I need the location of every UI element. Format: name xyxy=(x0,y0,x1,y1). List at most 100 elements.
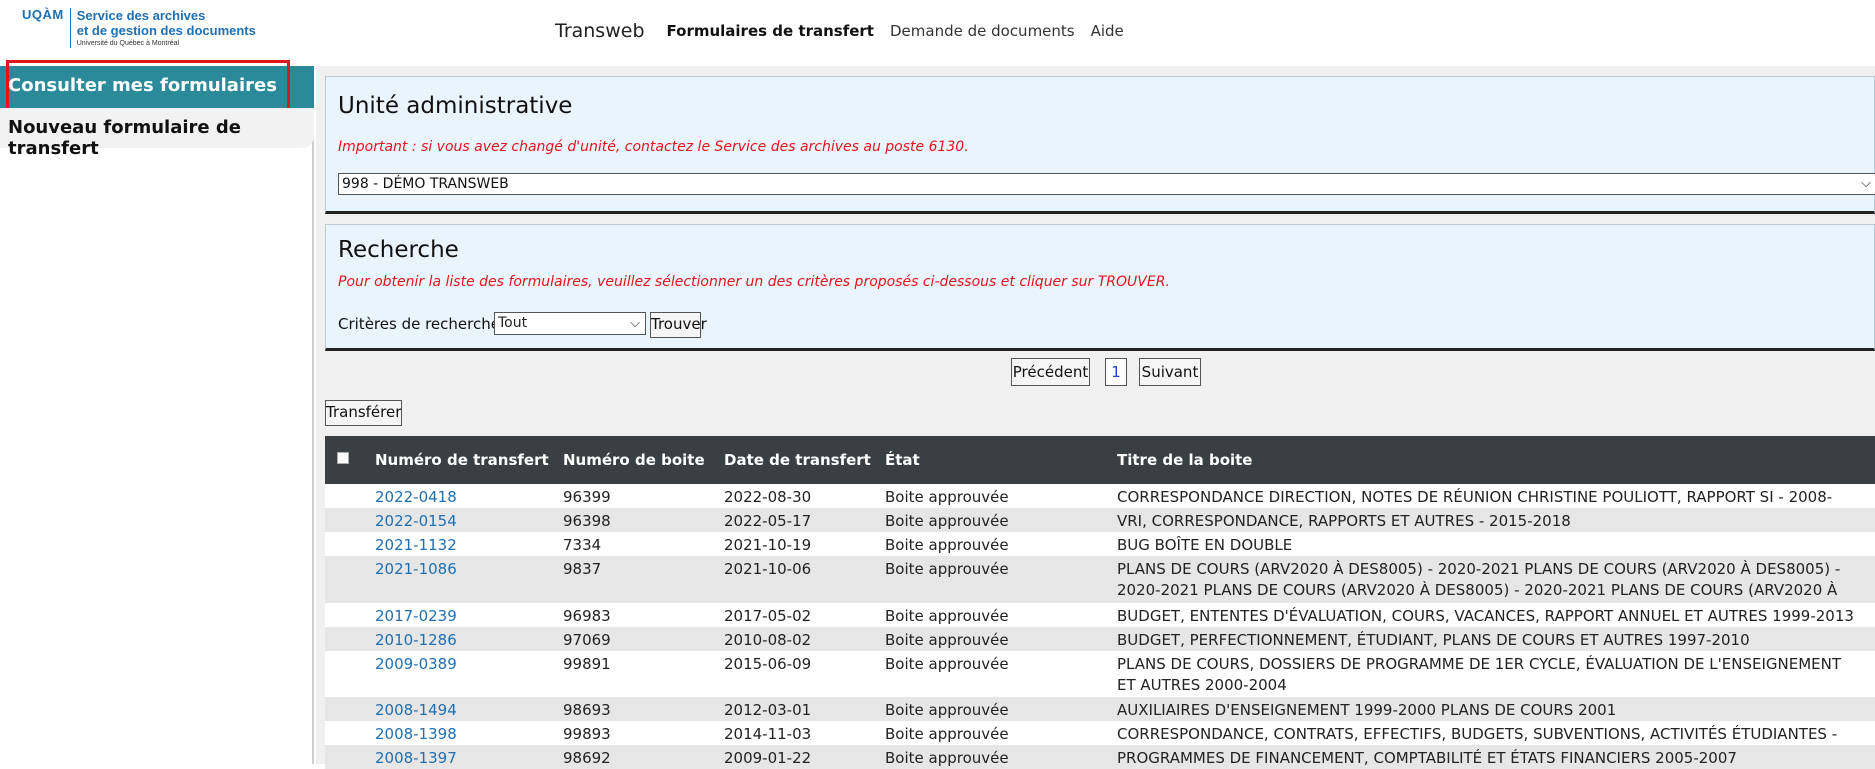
cell-state: Boite approuvée xyxy=(885,488,1009,506)
cell-date: 2022-05-17 xyxy=(724,512,812,530)
transfer-table: Numéro de transfert Numéro de boite Date… xyxy=(325,436,1875,769)
cell-date: 2010-08-02 xyxy=(724,631,812,649)
sidebar-item-nouveau[interactable]: Nouveau formulaire de transfert xyxy=(0,108,314,159)
cell-date: 2022-08-30 xyxy=(724,488,812,506)
logo-line-1: Service des archives xyxy=(76,8,206,23)
cell-transfer: 2022-0418 xyxy=(375,487,457,508)
cell-date: 2012-03-01 xyxy=(724,701,812,719)
cell-date: 2017-05-02 xyxy=(724,607,812,625)
transfer-button[interactable]: Transférer xyxy=(325,400,402,426)
cell-box: 99893 xyxy=(563,725,611,743)
logo-mark: UQÀM xyxy=(22,8,71,48)
table-row: 2022-0154 96398 2022-05-17 Boite approuv… xyxy=(325,508,1875,532)
cell-date: 2015-06-09 xyxy=(724,655,812,673)
criteria-select-value: Tout xyxy=(498,315,528,331)
cell-box: 99891 xyxy=(563,655,611,673)
table-row: 2017-0239 96983 2017-05-02 Boite approuv… xyxy=(325,603,1875,627)
transfer-link[interactable]: 2017-0239 xyxy=(375,607,457,625)
criteria-label: Critères de recherche: xyxy=(338,315,506,333)
uqam-logo[interactable]: UQÀM Service des archives et de gestion … xyxy=(22,8,256,49)
cell-state: Boite approuvée xyxy=(885,512,1009,530)
main-content: Unité administrative Important : si vous… xyxy=(316,66,1875,769)
page-number-button[interactable]: 1 xyxy=(1105,358,1127,386)
header-box-number[interactable]: Numéro de boite xyxy=(563,451,705,469)
next-page-button[interactable]: Suivant xyxy=(1139,358,1201,386)
nav-item-demande[interactable]: Demande de documents xyxy=(890,22,1075,40)
cell-title: BUG BOÎTE EN DOUBLE xyxy=(1117,536,1293,554)
unit-panel: Unité administrative Important : si vous… xyxy=(325,76,1875,214)
search-panel-note: Pour obtenir la liste des formulaires, v… xyxy=(338,274,1170,290)
cell-date: 2009-01-22 xyxy=(724,749,812,767)
cell-state: Boite approuvée xyxy=(885,655,1009,673)
table-row: 2021-1132 7334 2021-10-19 Boite approuvé… xyxy=(325,532,1875,556)
transfer-link[interactable]: 2008-1494 xyxy=(375,701,457,719)
header-transfer-number[interactable]: Numéro de transfert xyxy=(375,451,549,469)
cell-transfer: 2008-1494 xyxy=(375,700,457,721)
top-nav: Transweb Formulaires de transfert Demand… xyxy=(555,20,1140,42)
cell-title: PROGRAMMES DE FINANCEMENT, COMPTABILITÉ … xyxy=(1117,749,1737,767)
find-button[interactable]: Trouver xyxy=(650,312,707,338)
cell-transfer: 2008-1397 xyxy=(375,748,457,769)
header-state[interactable]: État xyxy=(885,451,920,469)
transfer-link[interactable]: 2008-1398 xyxy=(375,725,457,743)
cell-state: Boite approuvée xyxy=(885,607,1009,625)
sidebar-item-label: Nouveau formulaire de transfert xyxy=(8,117,241,159)
cell-box: 96983 xyxy=(563,607,611,625)
prev-page-button[interactable]: Précédent xyxy=(1011,358,1090,386)
cell-state: Boite approuvée xyxy=(885,560,1009,578)
transfer-link[interactable]: 2022-0418 xyxy=(375,488,457,506)
transfer-link[interactable]: 2009-0389 xyxy=(375,655,457,673)
unit-panel-note: Important : si vous avez changé d'unité,… xyxy=(338,139,969,155)
table-row: 2009-0389 99891 2015-06-09 Boite approuv… xyxy=(325,651,1875,697)
cell-title: BUDGET, ENTENTES D'ÉVALUATION, COURS, VA… xyxy=(1117,607,1854,625)
cell-state: Boite approuvée xyxy=(885,749,1009,767)
cell-transfer: 2008-1398 xyxy=(375,724,457,745)
unit-select-value: 998 - DÉMO TRANSWEB xyxy=(342,176,509,192)
cell-date: 2021-10-06 xyxy=(724,560,812,578)
chevron-down-icon: ⌵ xyxy=(1861,176,1871,191)
transfer-link[interactable]: 2022-0154 xyxy=(375,512,457,530)
table-row: 2021-1086 9837 2021-10-06 Boite approuvé… xyxy=(325,556,1875,620)
table-row: 2008-1494 98693 2012-03-01 Boite approuv… xyxy=(325,697,1875,721)
transfer-link[interactable]: 2008-1397 xyxy=(375,749,457,767)
table-row: 2008-1397 98692 2009-01-22 Boite approuv… xyxy=(325,745,1875,769)
nav-item-aide[interactable]: Aide xyxy=(1091,22,1124,40)
cell-box: 97069 xyxy=(563,631,611,649)
cell-box: 9837 xyxy=(563,560,602,578)
focus-highlight xyxy=(6,60,290,114)
cell-state: Boite approuvée xyxy=(885,536,1009,554)
nav-item-formulaires[interactable]: Formulaires de transfert xyxy=(667,22,874,40)
sidebar: Consulter mes formulaires Nouveau formul… xyxy=(0,60,314,764)
cell-transfer: 2022-0154 xyxy=(375,511,457,532)
table-row: 2010-1286 97069 2010-08-02 Boite approuv… xyxy=(325,627,1875,651)
transfer-link[interactable]: 2010-1286 xyxy=(375,631,457,649)
cell-transfer: 2021-1132 xyxy=(375,535,457,556)
cell-title: AUXILIAIRES D'ENSEIGNEMENT 1999-2000 PLA… xyxy=(1117,701,1617,719)
unit-panel-title: Unité administrative xyxy=(338,93,573,119)
transfer-link[interactable]: 2021-1086 xyxy=(375,560,457,578)
logo-line-3: Université du Québec à Montréal xyxy=(76,40,180,47)
cell-date: 2014-11-03 xyxy=(724,725,812,743)
search-panel-title: Recherche xyxy=(338,237,459,263)
cell-box: 96398 xyxy=(563,512,611,530)
transfer-link[interactable]: 2021-1132 xyxy=(375,536,457,554)
logo-line-2: et de gestion des documents xyxy=(76,23,256,38)
header-transfer-date[interactable]: Date de transfert xyxy=(724,451,871,469)
logo-text: Service des archives et de gestion des d… xyxy=(71,8,256,49)
header-box-title[interactable]: Titre de la boite xyxy=(1117,451,1857,469)
cell-date: 2021-10-19 xyxy=(724,536,812,554)
cell-box: 7334 xyxy=(563,536,602,554)
unit-select[interactable]: 998 - DÉMO TRANSWEB ⌵ xyxy=(338,173,1875,195)
cell-title: VRI, CORRESPONDANCE, RAPPORTS ET AUTRES … xyxy=(1117,512,1571,530)
nav-brand[interactable]: Transweb xyxy=(555,20,645,42)
cell-transfer: 2010-1286 xyxy=(375,630,457,651)
criteria-select[interactable]: Tout ⌵ xyxy=(494,312,646,335)
select-all-checkbox[interactable] xyxy=(337,452,349,464)
cell-title: BUDGET, PERFECTIONNEMENT, ÉTUDIANT, PLAN… xyxy=(1117,631,1750,649)
cell-transfer: 2017-0239 xyxy=(375,606,457,627)
cell-box: 98692 xyxy=(563,749,611,767)
table-row: 2022-0418 96399 2022-08-30 Boite approuv… xyxy=(325,484,1875,527)
cell-state: Boite approuvée xyxy=(885,631,1009,649)
search-panel: Recherche Pour obtenir la liste des form… xyxy=(325,224,1875,351)
cell-box: 96399 xyxy=(563,488,611,506)
